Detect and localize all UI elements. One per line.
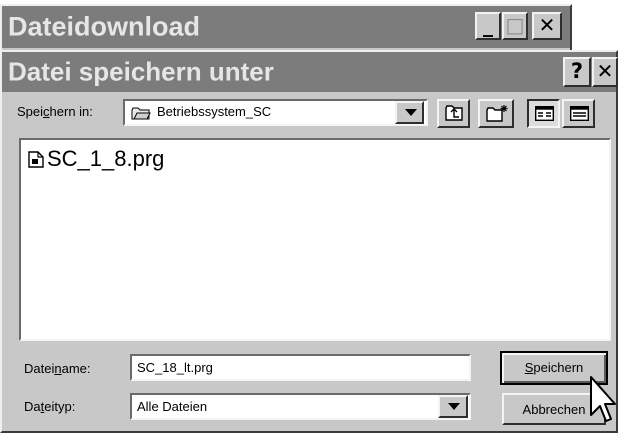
save-in-value: Betriebssystem_SC (157, 104, 272, 119)
dialog-titlebar: Datei speichern unter ? ✕ (2, 52, 618, 92)
help-icon: ? (570, 59, 584, 83)
mouse-pointer-icon (589, 375, 616, 435)
file-icon (28, 151, 44, 171)
filename-label: Dateiname: (24, 361, 91, 376)
new-folder-icon (486, 104, 509, 126)
up-one-level-icon (445, 105, 464, 125)
dialog-close-button[interactable]: ✕ (592, 57, 618, 87)
dialog-title: Datei speichern unter (8, 56, 274, 87)
minimize-icon: _ (483, 13, 493, 37)
download-close-button[interactable]: ✕ (532, 12, 562, 40)
help-button[interactable]: ? (563, 57, 591, 87)
close-icon: ✕ (538, 13, 556, 37)
save-button-label: Speichern (524, 360, 584, 375)
details-view-button[interactable] (562, 99, 595, 128)
file-name: SC_1_8.prg (47, 146, 165, 171)
maximize-icon: □ (505, 13, 525, 37)
new-folder-button[interactable] (478, 99, 514, 128)
close-icon: ✕ (596, 59, 614, 83)
filetype-label: Dateityp: (24, 399, 76, 414)
up-one-level-button[interactable] (437, 99, 470, 128)
filetype-value: Alle Dateien (137, 399, 208, 414)
filetype-dropdown-button[interactable] (438, 395, 468, 418)
save-in-dropdown[interactable]: Betriebssystem_SC (123, 99, 428, 126)
filetype-dropdown[interactable]: Alle Dateien (130, 393, 471, 420)
download-window-title: Dateidownload (8, 11, 201, 42)
details-view-icon (569, 105, 590, 124)
list-view-button[interactable] (527, 99, 560, 128)
file-list[interactable]: SC_1_8.prg (19, 138, 611, 341)
list-view-icon (534, 105, 555, 124)
chevron-down-icon (448, 403, 460, 410)
chevron-down-icon (405, 109, 417, 116)
folder-icon (131, 107, 151, 120)
save-in-dropdown-button[interactable] (395, 101, 424, 124)
filename-value: SC_18_lt.prg (137, 360, 213, 375)
maximize-button[interactable]: □ (502, 12, 528, 40)
filename-input[interactable]: SC_18_lt.prg (130, 354, 471, 381)
save-in-label: Speichern in: (17, 104, 93, 119)
download-window-titlebar: Dateidownload _ □ ✕ (2, 6, 570, 48)
minimize-button[interactable]: _ (475, 12, 501, 40)
